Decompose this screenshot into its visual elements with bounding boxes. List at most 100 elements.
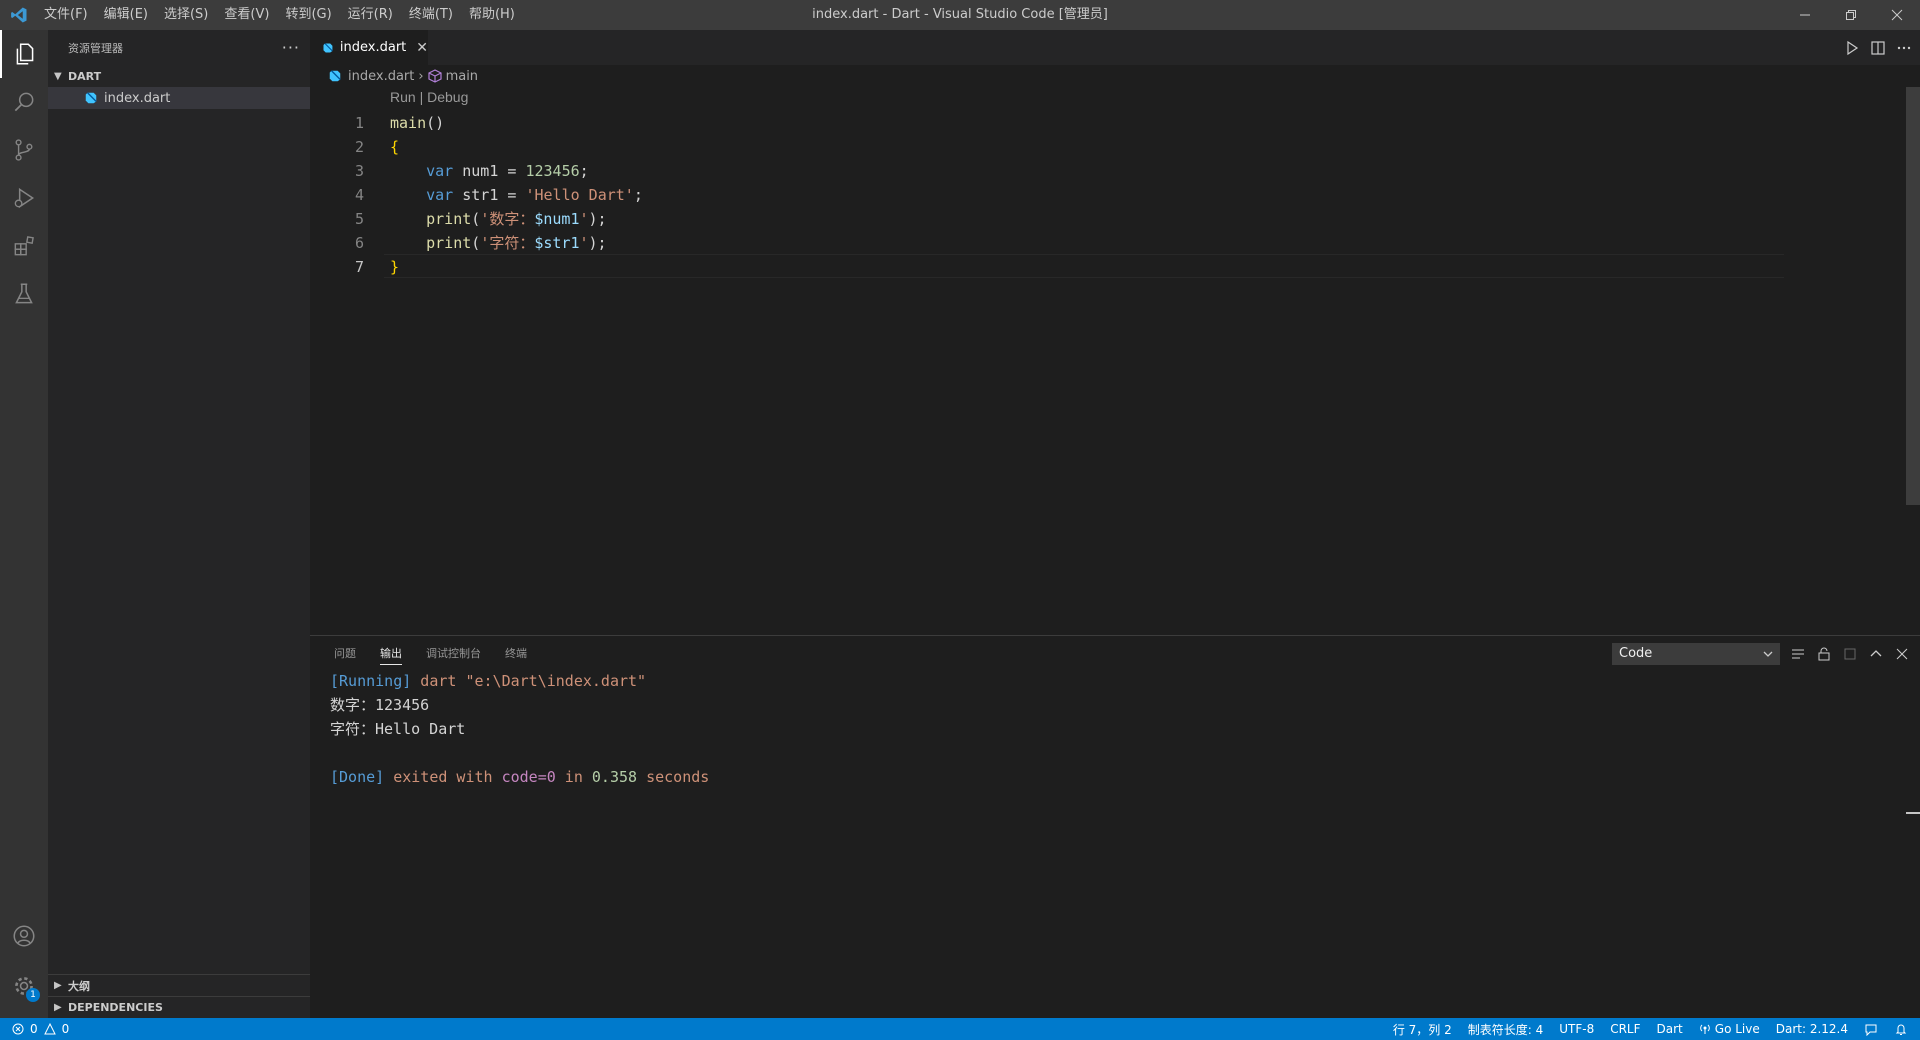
code-editor[interactable]: Run | Debug 1 2 3 4 5 6 7 main() { var n…: [310, 87, 1920, 635]
code-line: main(): [390, 114, 445, 132]
menu-help[interactable]: 帮助(H): [461, 0, 523, 30]
status-encoding[interactable]: UTF-8: [1559, 1022, 1594, 1036]
output-channel-value: Code: [1619, 646, 1653, 661]
line-number: 3: [354, 162, 364, 180]
minimize-button[interactable]: [1782, 0, 1828, 30]
breadcrumb-file[interactable]: index.dart: [348, 69, 414, 84]
status-dart-sdk[interactable]: Dart: 2.12.4: [1776, 1022, 1848, 1036]
tab-debug-console[interactable]: 调试控制台: [414, 636, 493, 671]
output-content[interactable]: [Running] dart "e:\Dart\index.dart" 数字：1…: [330, 669, 709, 789]
dart-file-icon: [329, 70, 341, 82]
feedback-icon[interactable]: [1864, 1022, 1878, 1036]
chevron-down-icon: ▼: [54, 70, 62, 82]
status-eol[interactable]: CRLF: [1610, 1022, 1640, 1036]
golive-label: Go Live: [1714, 1022, 1760, 1036]
activity-explorer[interactable]: [0, 30, 48, 78]
menu-go[interactable]: 转到(G): [277, 0, 339, 30]
breadcrumb: index.dart › main: [310, 65, 1920, 87]
dart-file-icon: [323, 42, 333, 52]
menu-run[interactable]: 运行(R): [340, 0, 401, 30]
close-tab-icon[interactable]: ✕: [416, 40, 428, 56]
split-editor-icon[interactable]: [1870, 40, 1886, 56]
activity-run-debug[interactable]: [0, 174, 48, 222]
panel-scrollbar[interactable]: [1906, 671, 1920, 1019]
menu-file[interactable]: 文件(F): [36, 0, 96, 30]
explorer-sidebar: 资源管理器 ··· ▼ DART index.dart ▶ 大纲 ▶ DEPEN…: [48, 30, 310, 1018]
code-line: {: [390, 138, 400, 156]
broadcast-icon: [1699, 1024, 1710, 1034]
sidebar-header: 资源管理器 ···: [48, 30, 310, 65]
restore-button[interactable]: [1828, 0, 1874, 30]
notifications-bell-icon[interactable]: [1894, 1022, 1908, 1036]
run-file-icon[interactable]: [1844, 40, 1860, 56]
activity-source-control[interactable]: [0, 126, 48, 174]
editor-scrollbar[interactable]: [1906, 87, 1920, 505]
window-controls: [1782, 0, 1920, 30]
tab-terminal[interactable]: 终端: [493, 636, 539, 671]
search-icon: [14, 92, 34, 112]
panel-actions: Code: [1612, 636, 1910, 671]
menu-selection[interactable]: 选择(S): [156, 0, 216, 30]
activity-search[interactable]: [0, 78, 48, 126]
code-line: print('数字：$num1');: [426, 210, 607, 228]
tab-problems[interactable]: 问题: [322, 636, 368, 671]
vscode-logo-icon: [11, 7, 27, 23]
section-outline[interactable]: ▶ 大纲: [48, 974, 310, 996]
activity-extensions[interactable]: [0, 222, 48, 270]
activity-accounts[interactable]: [0, 912, 48, 960]
line-number: 6: [354, 234, 364, 252]
output-line: 字符：Hello Dart: [330, 720, 466, 738]
chevron-right-icon: ▶: [54, 980, 62, 991]
activity-testing[interactable]: [0, 270, 48, 318]
status-problems[interactable]: 0 0: [0, 1022, 69, 1036]
close-panel-icon[interactable]: [1894, 646, 1910, 662]
more-actions-icon[interactable]: [1896, 40, 1912, 56]
tab-output[interactable]: 输出: [368, 636, 414, 671]
panel-tabs: 问题 输出 调试控制台 终端: [310, 636, 539, 671]
activity-manage[interactable]: 1: [0, 962, 48, 1010]
section-dependencies[interactable]: ▶ DEPENDENCIES: [48, 996, 310, 1018]
source-control-icon: [15, 139, 33, 161]
status-bar: 0 0 行 7，列 2 制表符长度: 4 UTF-8 CRLF Dart Go …: [0, 1018, 1920, 1040]
status-cursor-position[interactable]: 行 7，列 2: [1393, 1021, 1452, 1038]
status-language[interactable]: Dart: [1657, 1022, 1683, 1036]
warning-icon: [43, 1023, 56, 1035]
status-right: 行 7，列 2 制表符长度: 4 UTF-8 CRLF Dart Go Live…: [1393, 1021, 1920, 1038]
code-line: var str1 = 'Hello Dart';: [426, 186, 643, 204]
more-actions-button[interactable]: ···: [282, 38, 300, 57]
clear-output-icon[interactable]: [1790, 646, 1806, 662]
title-bar: 文件(F) 编辑(E) 选择(S) 查看(V) 转到(G) 运行(R) 终端(T…: [0, 0, 1920, 30]
codelens-run-debug[interactable]: Run | Debug: [390, 89, 468, 105]
dart-file-icon: [85, 92, 97, 104]
explorer-icon: [16, 43, 34, 65]
status-golive[interactable]: Go Live: [1699, 1022, 1760, 1036]
file-label: index.dart: [104, 90, 171, 106]
bottom-panel: 问题 输出 调试控制台 终端 Code [Running] dart "e:\D…: [310, 635, 1920, 1018]
activity-bar: 1: [0, 30, 48, 1018]
maximize-panel-icon[interactable]: [1868, 646, 1884, 662]
breadcrumb-symbol[interactable]: main: [446, 69, 478, 84]
menu-terminal[interactable]: 终端(T): [401, 0, 461, 30]
line-number: 2: [354, 138, 364, 156]
close-window-button[interactable]: [1874, 0, 1920, 30]
folder-dart[interactable]: ▼ DART: [48, 65, 310, 87]
tab-index-dart[interactable]: index.dart ✕: [310, 30, 428, 65]
chevron-right-icon: ▶: [54, 1002, 62, 1013]
method-symbol-icon: [427, 69, 442, 83]
minimize-icon: [1800, 14, 1810, 16]
output-channel-select[interactable]: Code: [1612, 642, 1780, 665]
open-log-icon[interactable]: [1842, 646, 1858, 662]
menu-edit[interactable]: 编辑(E): [96, 0, 156, 30]
status-indentation[interactable]: 制表符长度: 4: [1468, 1021, 1544, 1038]
code-line: }: [390, 258, 400, 276]
lock-scroll-icon[interactable]: [1816, 646, 1832, 662]
chevron-down-icon: [1763, 651, 1773, 657]
tab-label: index.dart: [339, 40, 407, 55]
file-index-dart[interactable]: index.dart: [48, 87, 310, 109]
run-debug-icon: [14, 187, 35, 209]
account-icon: [13, 925, 35, 947]
line-number: 1: [354, 114, 364, 132]
output-line: [Running] dart "e:\Dart\index.dart": [330, 672, 647, 690]
menu-view[interactable]: 查看(V): [216, 0, 277, 30]
